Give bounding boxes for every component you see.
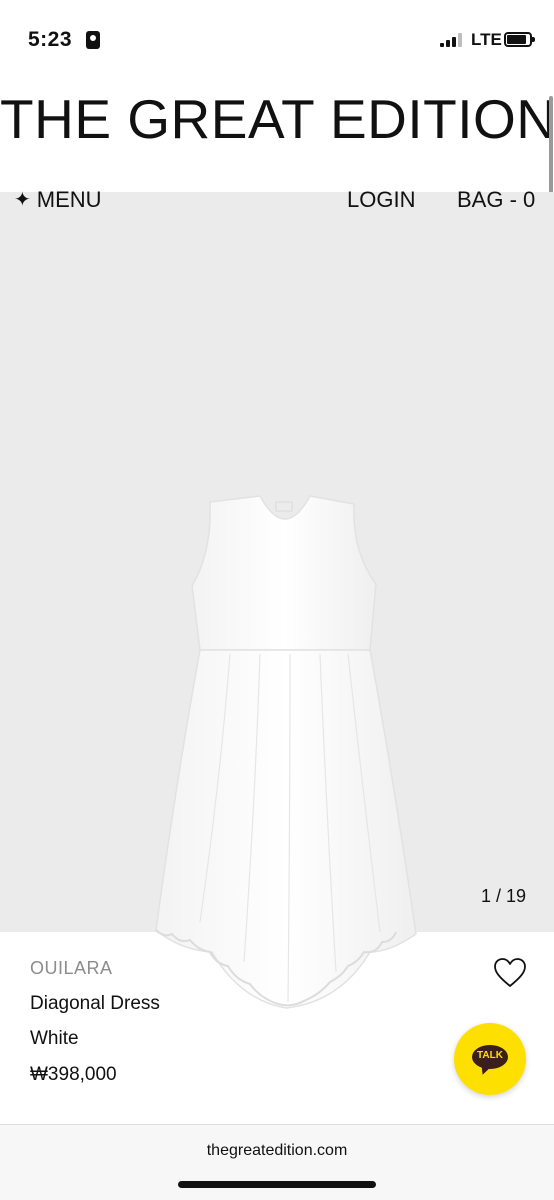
product-color: White (30, 1028, 79, 1049)
contact-card-icon (86, 31, 100, 49)
login-link[interactable]: LOGIN (347, 185, 415, 215)
browser-address-bar[interactable] (0, 1124, 554, 1200)
product-name: Diagonal Dress (30, 993, 160, 1014)
bag-link[interactable]: BAG - 0 (457, 185, 535, 215)
home-indicator[interactable] (178, 1181, 376, 1188)
brand-logo-title[interactable]: THE GREAT EDITION (0, 86, 554, 152)
talk-label: TALK (477, 1050, 503, 1061)
gallery-counter: 1 / 19 (481, 886, 527, 906)
heart-outline-icon[interactable] (493, 956, 527, 990)
network-type: LTE (471, 30, 502, 49)
signal-strength-icon (440, 33, 464, 47)
menu-button[interactable]: ✦ MENU (14, 185, 102, 215)
battery-icon (504, 32, 535, 47)
product-image-gallery[interactable] (0, 192, 554, 1009)
product-brand[interactable]: OUILARA (30, 958, 113, 979)
kakao-talk-button[interactable]: TALK (454, 1023, 526, 1095)
sparkle-icon: ✦ (14, 189, 31, 211)
product-image[interactable] (140, 482, 430, 1022)
status-time: 5:23 (28, 28, 73, 51)
menu-label: MENU (36, 187, 102, 212)
url-text[interactable]: thegreatedition.com (0, 1142, 554, 1160)
status-bar: 5:23 LTE (0, 0, 554, 84)
product-price: ₩398,000 (30, 1064, 117, 1085)
